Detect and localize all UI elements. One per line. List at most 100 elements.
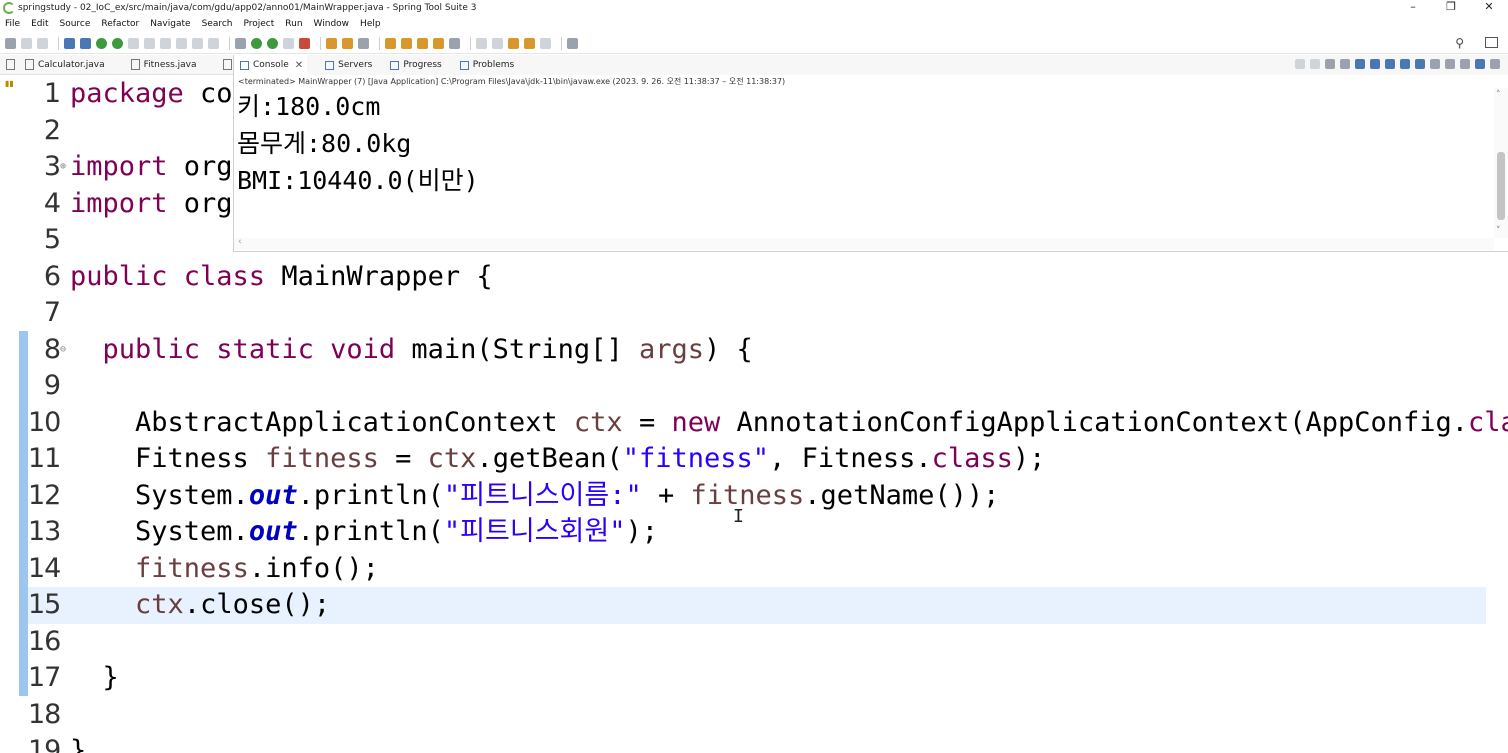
save-all-icon[interactable] xyxy=(37,37,48,49)
word-wrap-icon[interactable] xyxy=(1385,59,1395,69)
open-folder-icon[interactable] xyxy=(385,37,396,49)
edit-icon[interactable] xyxy=(144,37,155,49)
open-console-icon[interactable] xyxy=(1460,59,1470,69)
menu-search[interactable]: Search xyxy=(202,19,233,29)
open-task-icon[interactable] xyxy=(417,37,428,49)
code-line[interactable]: 13 System.out.println("피트니스회원"); xyxy=(28,514,1486,551)
menu-edit[interactable]: Edit xyxy=(31,19,48,29)
search-folder-icon[interactable] xyxy=(433,37,444,49)
pin-icon[interactable] xyxy=(128,37,139,49)
tab-problems[interactable]: Problems xyxy=(454,60,514,70)
close-button[interactable]: ✕ xyxy=(1470,0,1508,16)
debug-icon[interactable] xyxy=(96,37,107,49)
menu-file[interactable]: File xyxy=(5,19,20,29)
code-line[interactable]: 6 public class MainWrapper { xyxy=(28,259,1486,296)
menu-source[interactable]: Source xyxy=(60,19,91,29)
new-bean-icon[interactable] xyxy=(358,37,369,49)
toggle-view-icon[interactable] xyxy=(64,37,75,49)
new-icon[interactable] xyxy=(5,37,16,49)
tab-calculator-java[interactable]: Calculator.java xyxy=(19,59,105,70)
next-annotation-icon[interactable] xyxy=(476,37,487,49)
display-console-icon[interactable] xyxy=(1445,59,1455,69)
minimize-view-icon[interactable] xyxy=(1475,59,1485,69)
forward-icon[interactable] xyxy=(540,37,551,49)
menu-refactor[interactable]: Refactor xyxy=(101,19,139,29)
block-icon[interactable] xyxy=(176,37,187,49)
menu-help[interactable]: Help xyxy=(360,19,381,29)
pin-console-icon[interactable] xyxy=(1430,59,1440,69)
globe-icon[interactable] xyxy=(449,37,460,49)
console-output[interactable]: 키:180.0cm 몸무게:80.0kg BMI:10440.0(비만) xyxy=(237,88,479,199)
boot-dashboard-icon[interactable] xyxy=(342,37,353,49)
code-line[interactable]: 12 System.out.println("피트니스이름:" + fitnes… xyxy=(28,478,1486,515)
code-token: + xyxy=(641,479,691,511)
clear-console-icon[interactable] xyxy=(1355,59,1365,69)
show-on-output-icon[interactable] xyxy=(1400,59,1410,69)
previous-annotation-icon[interactable] xyxy=(492,37,503,49)
code-line[interactable]: 11 Fitness fitness = ctx.getBean("fitnes… xyxy=(28,441,1486,478)
mark-occurrences-icon[interactable] xyxy=(80,37,91,49)
show-on-error-icon[interactable] xyxy=(1415,59,1425,69)
pin-editor-icon[interactable] xyxy=(567,37,578,49)
scroll-lock-icon[interactable] xyxy=(1370,59,1380,69)
stop-icon[interactable] xyxy=(283,37,294,49)
paragraph-icon[interactable] xyxy=(192,37,203,49)
code-line[interactable]: 17 } xyxy=(28,660,1486,697)
last-edit-icon[interactable] xyxy=(508,37,519,49)
code-line[interactable]: 16 xyxy=(28,624,1486,661)
menu-navigate[interactable]: Navigate xyxy=(150,19,190,29)
code-line[interactable]: 14 fitness.info(); xyxy=(28,551,1486,588)
problems-icon xyxy=(459,60,469,70)
refresh-icon[interactable] xyxy=(112,37,123,49)
console-horizontal-scrollbar[interactable]: ‹ xyxy=(234,237,1494,250)
code-line[interactable]: 18 xyxy=(28,697,1486,734)
maximize-view-icon[interactable] xyxy=(1490,59,1500,69)
coverage-icon[interactable] xyxy=(299,37,310,49)
tab-progress[interactable]: Progress xyxy=(384,60,442,70)
code-token: Fitness xyxy=(70,443,266,474)
remove-all-icon[interactable] xyxy=(1340,59,1350,69)
whitespace-icon[interactable] xyxy=(208,37,219,49)
search-icon[interactable]: ⚲ xyxy=(1455,36,1464,50)
console-status: <terminated> MainWrapper (7) [Java Appli… xyxy=(238,77,786,86)
scroll-down-icon[interactable]: ˅ xyxy=(1496,226,1501,236)
tab-console[interactable]: Console ✕ xyxy=(234,55,308,75)
fold-toggle-icon[interactable]: ⊕ xyxy=(60,149,66,186)
code-line[interactable]: 9 xyxy=(28,368,1486,405)
outline-icon[interactable]: ▮▮ xyxy=(5,79,14,88)
external-tools-icon[interactable] xyxy=(267,37,278,49)
menu-window[interactable]: Window xyxy=(314,19,350,29)
code-line[interactable]: 7 xyxy=(28,295,1486,332)
tab-fitness-java[interactable]: Fitness.java xyxy=(125,59,197,70)
menu-project[interactable]: Project xyxy=(243,19,274,29)
scroll-up-icon[interactable]: ˄ xyxy=(1496,90,1501,100)
scroll-thumb[interactable] xyxy=(1497,152,1505,220)
tab-servers[interactable]: Servers xyxy=(319,60,372,70)
console-vertical-scrollbar[interactable]: ˄ ˅ xyxy=(1494,88,1508,238)
perspective-icon[interactable] xyxy=(1485,37,1498,48)
code-line[interactable]: 15 ctx.close(); xyxy=(28,587,1486,624)
terminate-icon[interactable] xyxy=(1295,59,1305,69)
restore-button[interactable]: ❐ xyxy=(1432,0,1470,16)
spring-icon[interactable] xyxy=(326,37,337,49)
code-text: package co xyxy=(70,76,233,113)
run-icon[interactable] xyxy=(251,37,262,49)
debug-run-icon[interactable] xyxy=(235,37,246,49)
scroll-left-icon[interactable]: ‹ xyxy=(238,237,242,247)
menu-run[interactable]: Run xyxy=(285,19,302,29)
open-type-icon[interactable] xyxy=(401,37,412,49)
collapse-icon[interactable] xyxy=(6,59,15,70)
remove-launch-icon[interactable] xyxy=(1325,59,1335,69)
fold-toggle-icon[interactable]: ⊖ xyxy=(60,332,66,369)
format-icon[interactable] xyxy=(160,37,171,49)
code-line[interactable]: 19} xyxy=(28,733,1486,753)
save-icon[interactable] xyxy=(21,37,32,49)
code-line[interactable]: 10 AbstractApplicationContext ctx = new … xyxy=(28,405,1508,442)
console-toolbar xyxy=(1290,59,1500,69)
close-icon[interactable]: ✕ xyxy=(295,60,303,71)
back-icon[interactable] xyxy=(524,37,535,49)
minimize-button[interactable]: – xyxy=(1394,0,1432,16)
stop-icon[interactable] xyxy=(1310,59,1320,69)
code-line[interactable]: 8 ⊖ public static void main(String[] args… xyxy=(28,332,1486,369)
